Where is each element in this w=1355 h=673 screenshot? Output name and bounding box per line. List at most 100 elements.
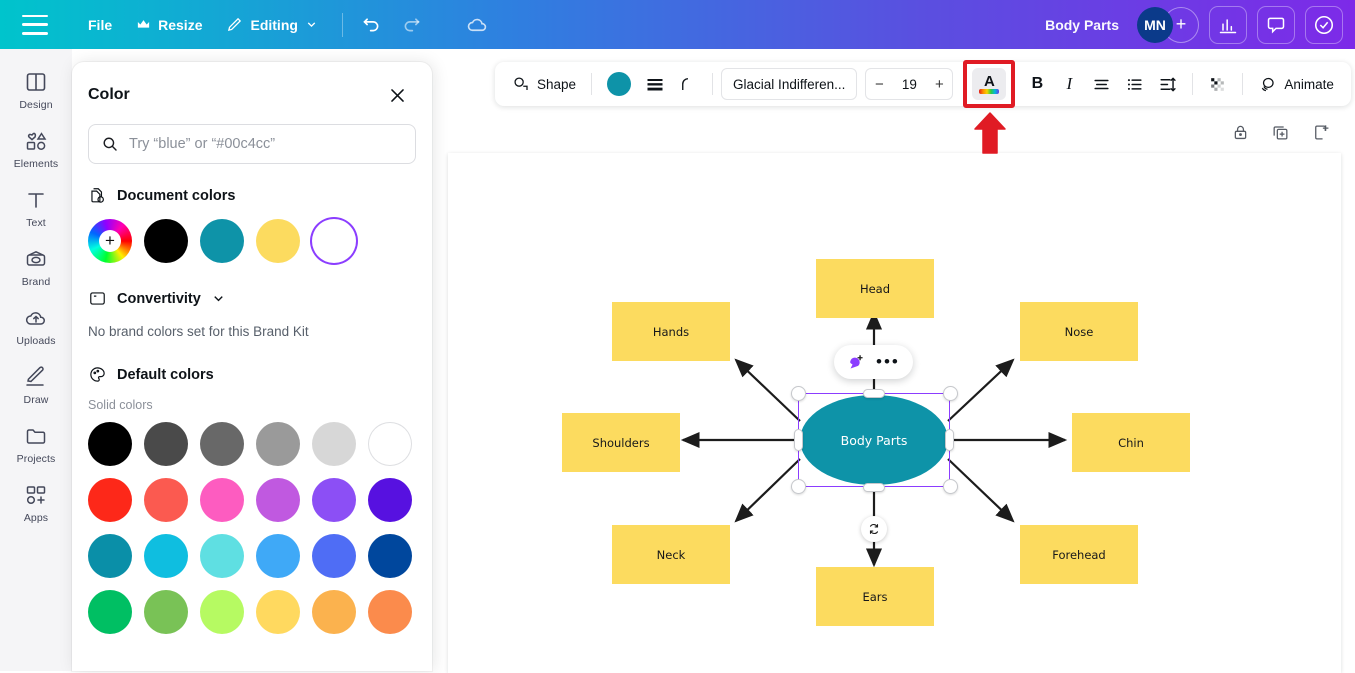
default-swatch[interactable] (88, 478, 132, 522)
hamburger-menu-icon[interactable] (22, 15, 48, 35)
node-nose[interactable]: Nose (1020, 302, 1138, 361)
lock-page-button[interactable] (1227, 119, 1253, 145)
resize-handle-bottom[interactable] (863, 483, 885, 492)
editing-mode-button[interactable]: Editing (214, 9, 329, 40)
duplicate-page-button[interactable] (1267, 119, 1293, 145)
resize-handle-top-right[interactable] (943, 386, 958, 401)
color-search-input[interactable] (129, 136, 403, 152)
font-family-selector[interactable]: Glacial Indifferen... (721, 68, 857, 100)
default-swatch[interactable] (368, 422, 412, 466)
node-ears[interactable]: Ears (816, 567, 934, 626)
default-swatch[interactable] (368, 478, 412, 522)
element-float-toolbar[interactable]: ••• (834, 345, 913, 379)
comments-button[interactable] (1257, 6, 1295, 44)
chevron-down-icon (305, 18, 318, 31)
default-swatch[interactable] (144, 534, 188, 578)
duplicate-page-icon (1271, 123, 1290, 142)
color-picker-wheel[interactable] (88, 219, 132, 263)
default-swatch[interactable] (256, 422, 300, 466)
transparency-button[interactable] (1201, 68, 1234, 100)
cloud-save-button[interactable] (461, 8, 495, 42)
node-hands[interactable]: Hands (612, 302, 730, 361)
node-chin[interactable]: Chin (1072, 413, 1190, 472)
default-swatch[interactable] (368, 590, 412, 634)
color-search-box[interactable] (88, 124, 416, 164)
sidebar-item-elements[interactable]: Elements (3, 120, 69, 177)
avatar[interactable]: MN (1137, 7, 1173, 43)
swatch-black[interactable] (144, 219, 188, 263)
animate-button[interactable]: Animate (1251, 68, 1341, 100)
brand-kit-header[interactable]: Convertivity (72, 263, 432, 308)
chevron-down-icon[interactable] (211, 291, 226, 306)
default-swatch[interactable] (200, 478, 244, 522)
design-page[interactable]: Head Hands Nose Shoulders Chin Neck Fore… (448, 153, 1341, 673)
sidebar-item-design[interactable]: Design (3, 61, 69, 118)
default-swatch[interactable] (200, 534, 244, 578)
insights-button[interactable] (1209, 6, 1247, 44)
sidebar-item-draw[interactable]: Draw (3, 356, 69, 413)
sidebar-item-uploads[interactable]: Uploads (3, 297, 69, 354)
redo-button[interactable] (395, 8, 429, 42)
resize-handle-bottom-right[interactable] (943, 479, 958, 494)
sidebar-item-apps[interactable]: Apps (3, 474, 69, 531)
resize-handle-top[interactable] (863, 389, 885, 398)
swatch-teal[interactable] (200, 219, 244, 263)
rotate-handle[interactable] (861, 516, 887, 542)
resize-button[interactable]: Resize (124, 10, 214, 40)
font-size-stepper[interactable]: − 19 + (865, 68, 953, 100)
font-size-value[interactable]: 19 (892, 77, 926, 92)
default-swatch[interactable] (88, 422, 132, 466)
approve-button[interactable] (1305, 6, 1343, 44)
default-swatch[interactable] (144, 422, 188, 466)
resize-handle-right[interactable] (945, 429, 954, 451)
file-menu-button[interactable]: File (76, 10, 124, 40)
resize-handle-bottom-left[interactable] (791, 479, 806, 494)
swatch-yellow[interactable] (256, 219, 300, 263)
default-swatch[interactable] (256, 534, 300, 578)
cloud-sync-icon (466, 13, 489, 36)
default-swatch[interactable] (256, 590, 300, 634)
node-neck[interactable]: Neck (612, 525, 730, 584)
sidebar-item-brand[interactable]: Brand (3, 238, 69, 295)
default-swatch[interactable] (88, 534, 132, 578)
center-node-label: Body Parts (841, 433, 908, 448)
line-weight-button[interactable] (638, 68, 672, 100)
line-spacing-button[interactable] (1151, 68, 1184, 100)
text-color-button[interactable]: A (972, 68, 1006, 100)
center-node-body-parts[interactable]: Body Parts (800, 395, 948, 485)
undo-button[interactable] (355, 8, 389, 42)
node-forehead[interactable]: Forehead (1020, 525, 1138, 584)
sidebar-item-projects[interactable]: Projects (3, 415, 69, 472)
sidebar-item-text[interactable]: Text (3, 179, 69, 236)
default-swatch[interactable] (200, 422, 244, 466)
resize-handle-left[interactable] (794, 429, 803, 451)
italic-button[interactable]: I (1053, 68, 1085, 100)
swatch-white-selected[interactable] (312, 219, 356, 263)
node-head[interactable]: Head (816, 259, 934, 318)
add-page-button[interactable] (1307, 119, 1333, 145)
elements-icon (24, 129, 48, 153)
more-options-dots-icon[interactable]: ••• (876, 357, 900, 367)
default-swatch[interactable] (368, 534, 412, 578)
node-shoulders[interactable]: Shoulders (562, 413, 680, 472)
default-swatch[interactable] (144, 590, 188, 634)
corner-radius-button[interactable] (672, 68, 704, 100)
decrease-font-size-button[interactable]: − (866, 69, 892, 99)
default-swatch[interactable] (312, 422, 356, 466)
shape-button[interactable]: Shape (505, 68, 583, 100)
fill-color-button[interactable] (600, 68, 638, 100)
default-swatch[interactable] (144, 478, 188, 522)
increase-font-size-button[interactable]: + (926, 69, 952, 99)
magic-write-icon[interactable] (847, 353, 866, 372)
close-panel-button[interactable] (384, 82, 410, 108)
text-align-button[interactable] (1085, 68, 1118, 100)
resize-handle-top-left[interactable] (791, 386, 806, 401)
default-swatch[interactable] (312, 478, 356, 522)
default-swatch[interactable] (312, 534, 356, 578)
bold-button[interactable]: B (1021, 68, 1053, 100)
default-swatch[interactable] (256, 478, 300, 522)
default-swatch[interactable] (88, 590, 132, 634)
default-swatch[interactable] (200, 590, 244, 634)
bullet-list-button[interactable] (1118, 68, 1151, 100)
default-swatch[interactable] (312, 590, 356, 634)
